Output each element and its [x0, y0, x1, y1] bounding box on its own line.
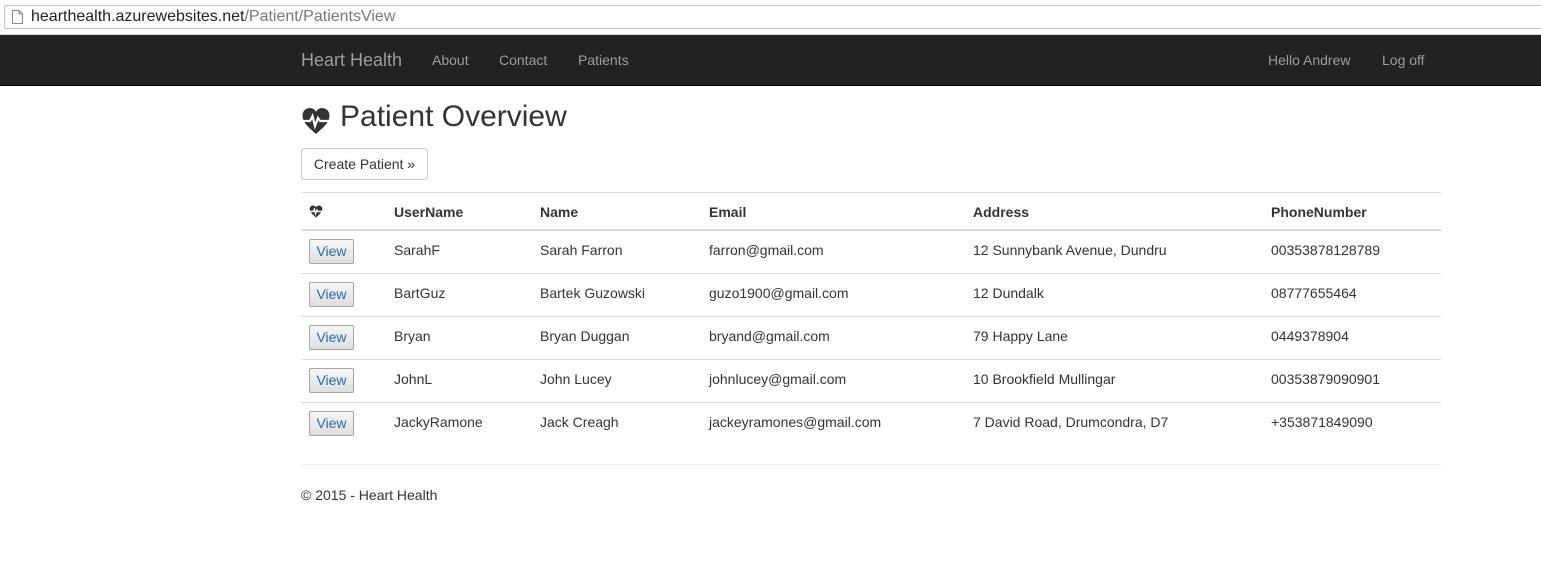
cell-address: 79 Happy Lane: [973, 328, 1068, 344]
cell-username: JackyRamone: [394, 414, 483, 430]
column-header-phone: PhoneNumber: [1271, 204, 1367, 220]
view-button[interactable]: View: [309, 282, 354, 307]
cell-phone: 0449378904: [1271, 328, 1349, 344]
view-button[interactable]: View: [309, 325, 354, 350]
table-header-row: UserName Name Email Address PhoneNumber: [301, 193, 1441, 231]
table-row: View JackyRamone Jack Creagh jackeyramon…: [301, 403, 1441, 445]
cell-name: John Lucey: [540, 371, 612, 387]
url-text: hearthealth.azurewebsites.net/Patient/Pa…: [31, 8, 395, 26]
cell-address: 12 Sunnybank Avenue, Dundru: [973, 242, 1167, 258]
view-button[interactable]: View: [309, 368, 354, 393]
url-host: hearthealth.azurewebsites.net: [31, 8, 245, 25]
cell-phone: +353871849090: [1271, 414, 1373, 430]
nav-link-profile[interactable]: Hello Andrew: [1268, 52, 1351, 68]
nav-link-patients[interactable]: Patients: [578, 52, 629, 68]
cell-name: Sarah Farron: [540, 242, 623, 258]
view-button[interactable]: View: [309, 411, 354, 436]
browser-address-bar: hearthealth.azurewebsites.net/Patient/Pa…: [0, 0, 1541, 35]
cell-username: SarahF: [394, 242, 440, 258]
cell-email: johnlucey@gmail.com: [709, 371, 847, 387]
patients-table: UserName Name Email Address PhoneNumber …: [301, 192, 1441, 445]
table-row: View JohnL John Lucey johnlucey@gmail.co…: [301, 360, 1441, 403]
cell-phone: 00353879090901: [1271, 371, 1381, 387]
cell-username: BartGuz: [394, 285, 446, 301]
view-button[interactable]: View: [309, 239, 354, 264]
footer-copyright: © 2015 - Heart Health: [301, 487, 438, 503]
column-header-email: Email: [709, 204, 747, 220]
footer-divider: [301, 464, 1441, 465]
brand-link[interactable]: Heart Health: [301, 50, 402, 71]
nav-link-contact[interactable]: Contact: [499, 52, 547, 68]
url-field[interactable]: hearthealth.azurewebsites.net/Patient/Pa…: [4, 5, 1541, 29]
page-title: Patient Overview: [340, 100, 567, 133]
cell-email: jackeyramones@gmail.com: [709, 414, 882, 430]
cell-phone: 08777655464: [1271, 285, 1357, 301]
cell-address: 10 Brookfield Mullingar: [973, 371, 1116, 387]
cell-name: Bryan Duggan: [540, 328, 630, 344]
cell-phone: 00353878128789: [1271, 242, 1381, 258]
cell-name: Bartek Guzowski: [540, 285, 646, 301]
cell-email: bryand@gmail.com: [709, 328, 830, 344]
column-header-address: Address: [973, 204, 1030, 220]
table-row: View Bryan Bryan Duggan bryand@gmail.com…: [301, 317, 1441, 360]
cell-email: guzo1900@gmail.com: [709, 285, 849, 301]
nav-link-logoff[interactable]: Log off: [1382, 52, 1425, 68]
heartbeat-icon: [309, 205, 323, 218]
cell-username: Bryan: [394, 328, 431, 344]
navbar: Heart Health About Contact Patients Hell…: [0, 35, 1541, 86]
page-icon: [12, 10, 23, 24]
cell-email: farron@gmail.com: [709, 242, 824, 258]
nav-link-about[interactable]: About: [432, 52, 469, 68]
heartbeat-icon: [302, 108, 330, 134]
cell-address: 7 David Road, Drumcondra, D7: [973, 414, 1169, 430]
url-path: /Patient/PatientsView: [244, 8, 396, 25]
column-header-username: UserName: [394, 204, 464, 220]
create-patient-button[interactable]: Create Patient »: [301, 148, 428, 180]
table-row: View SarahF Sarah Farron farron@gmail.co…: [301, 231, 1441, 274]
cell-address: 12 Dundalk: [973, 285, 1044, 301]
cell-username: JohnL: [394, 371, 433, 387]
table-row: View BartGuz Bartek Guzowski guzo1900@gm…: [301, 274, 1441, 317]
cell-name: Jack Creagh: [540, 414, 619, 430]
column-header-name: Name: [540, 204, 579, 220]
